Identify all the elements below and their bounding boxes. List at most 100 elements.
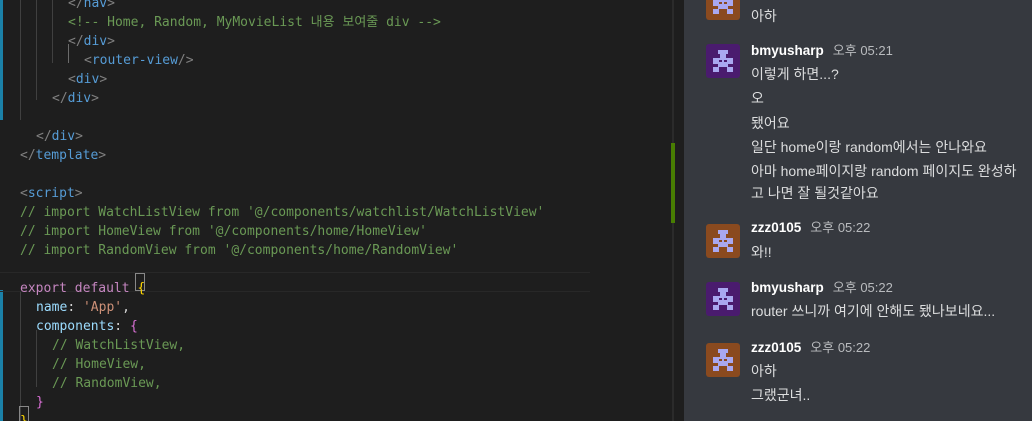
code-line[interactable]: }	[36, 393, 44, 412]
code-token: >	[98, 148, 107, 163]
code-line[interactable]: </div>	[36, 127, 83, 146]
message-text: router 쓰니까 여기에 안해도 됐나보네요...	[751, 303, 996, 319]
code-token: div	[67, 91, 92, 106]
message-text: 오	[751, 90, 764, 106]
message-text: 됐어요	[751, 115, 790, 131]
avatar[interactable]	[706, 0, 740, 20]
code-token: </	[68, 0, 84, 11]
code-token: 'App'	[82, 300, 123, 315]
indent-guide	[20, 292, 21, 421]
code-token: >	[99, 72, 108, 87]
code-token: components	[36, 319, 115, 334]
code-token: ,	[122, 300, 130, 315]
code-line[interactable]: </template>	[20, 146, 106, 165]
code-token: name	[36, 300, 68, 315]
username[interactable]: zzz0105	[751, 340, 801, 355]
code-token: {	[129, 319, 138, 334]
code-token: }	[36, 395, 44, 410]
code-token: </	[68, 34, 84, 49]
username[interactable]: bmyusharp	[751, 280, 824, 295]
timestamp: 오후 05:21	[832, 43, 893, 58]
message-text: 이렇게 하면...?	[751, 66, 839, 82]
code-line[interactable]: <router-view/>	[84, 51, 194, 70]
code-token: >	[91, 91, 99, 106]
code-token: >	[74, 186, 83, 201]
message-header: bmyusharp 오후 05:21	[751, 42, 893, 60]
code-line[interactable]: </nav>	[68, 0, 115, 13]
code-token: script	[27, 186, 75, 201]
code-token: >	[107, 34, 115, 49]
indent-guide	[20, 0, 21, 120]
code-token: </	[36, 129, 52, 144]
code-token: default	[74, 281, 130, 296]
code-token: // import WatchListView from '@/componen…	[20, 205, 545, 220]
scrollbar-change-marker	[671, 143, 675, 223]
message-header: zzz0105 오후 05:22	[751, 219, 870, 237]
code-line[interactable]: // WatchListView,	[52, 336, 185, 355]
message-text: 아하	[751, 363, 777, 379]
code-token: // WatchListView,	[52, 338, 186, 353]
message-header: zzz0105 오후 05:22	[751, 339, 870, 357]
code-token: div	[83, 34, 108, 49]
message-header: bmyusharp 오후 05:22	[751, 279, 893, 297]
avatar[interactable]	[706, 224, 740, 258]
code-line[interactable]: </div>	[52, 89, 99, 108]
code-line[interactable]: // RandomView,	[52, 374, 162, 393]
username[interactable]: bmyusharp	[751, 43, 824, 58]
code-token: router-view	[91, 53, 178, 68]
code-line[interactable]: // HomeView,	[52, 355, 146, 374]
code-token: template	[35, 148, 99, 163]
username[interactable]: zzz0105	[751, 220, 801, 235]
code-token: {	[137, 281, 146, 296]
code-line[interactable]: // import RandomView from '@/components/…	[20, 241, 458, 260]
code-token: <!-- Home, Random, MyMovieList 내용 보여줄 di…	[68, 15, 441, 30]
code-line[interactable]: }	[20, 412, 28, 421]
code-token: >	[107, 0, 115, 11]
chat-panel: 아하 bmyusharp 오후 05:21 이렇게 하면...? 오됐어요일단 home…	[684, 0, 1032, 421]
message-text: 아하	[751, 8, 777, 24]
code-token: :	[114, 319, 130, 334]
code-line[interactable]: </div>	[68, 32, 115, 51]
code-token: <	[84, 53, 92, 68]
code-line[interactable]: name: 'App',	[36, 298, 130, 317]
code-line[interactable]: export default {	[20, 279, 145, 298]
code-token: </	[20, 148, 36, 163]
code-token: }	[20, 414, 28, 421]
code-line[interactable]: <div>	[68, 70, 107, 89]
code-token: div	[51, 129, 76, 144]
code-token: // RandomView,	[52, 376, 162, 391]
message-text: 일단 home이랑 random에서는 안나와요	[751, 139, 987, 155]
message-text: 그랬군녀..	[751, 387, 811, 403]
code-line[interactable]: // import HomeView from '@/components/ho…	[20, 222, 427, 241]
code-line[interactable]: <script>	[20, 184, 83, 203]
chat-message-list[interactable]: 아하 bmyusharp 오후 05:21 이렇게 하면...? 오됐어요일단 home…	[684, 0, 1032, 421]
code-token: />	[177, 53, 194, 68]
code-token: </	[52, 91, 68, 106]
code-line[interactable]: components: {	[36, 317, 138, 336]
code-token: nav	[83, 0, 108, 11]
gutter-change-marker	[0, 0, 3, 120]
code-line[interactable]: <!-- Home, Random, MyMovieList 내용 보여줄 di…	[68, 13, 441, 32]
code-token: <	[20, 186, 28, 201]
code-token: // import RandomView from '@/components/…	[20, 243, 459, 258]
message-text: 아마 home페이지랑 random 페이지도 완성하고 나면 잘 될것같아요	[751, 163, 1017, 201]
code-token: div	[75, 72, 100, 87]
timestamp: 오후 05:22	[810, 340, 871, 355]
gutter-change-marker	[0, 290, 3, 421]
code-token: >	[75, 129, 83, 144]
code-token: // import HomeView from '@/components/ho…	[20, 224, 427, 239]
indent-guide	[52, 0, 53, 63]
timestamp: 오후 05:22	[832, 280, 893, 295]
code-editor[interactable]: </nav> <!-- Home, Random, MyMovieList 내용 …	[0, 0, 672, 421]
avatar[interactable]	[706, 44, 740, 78]
code-line[interactable]: // import WatchListView from '@/componen…	[20, 203, 544, 222]
code-token: <	[68, 72, 76, 87]
code-token: export	[20, 281, 67, 296]
indent-guide	[36, 0, 37, 100]
avatar[interactable]	[706, 343, 740, 377]
message-text: 와!!	[751, 244, 772, 260]
indent-guide	[36, 330, 37, 387]
code-token: // HomeView,	[52, 357, 146, 372]
avatar[interactable]	[706, 282, 740, 316]
